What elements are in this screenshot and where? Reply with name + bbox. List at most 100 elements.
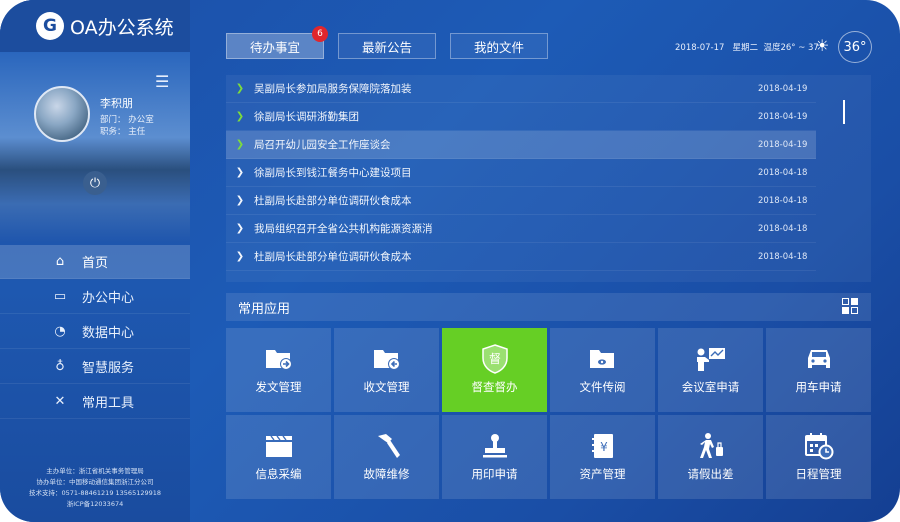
app-tile[interactable]: 请假出差 xyxy=(658,415,763,499)
app-tile[interactable]: ¥ 资产管理 xyxy=(550,415,655,499)
nav-item-2[interactable]: ▭ 办公中心 xyxy=(0,280,190,314)
app-label: 会议室申请 xyxy=(681,380,740,394)
current-weekday: 星期二 xyxy=(732,43,759,53)
power-icon[interactable]: ⏻ xyxy=(83,171,107,195)
news-row[interactable]: ❯ 我局组织召开全省公共机构能源资源消 2018-04-18 xyxy=(226,215,816,243)
news-date: 2018-04-18 xyxy=(758,167,808,178)
news-list: ❯ 吴副局长参加局服务保障院落加装 2018-04-19 ❯ 徐副局长调研浙勤集团 201… xyxy=(226,75,871,282)
news-scrollbar[interactable] xyxy=(843,100,845,124)
apps-section-title: 常用应用 xyxy=(238,301,291,317)
traveler-icon xyxy=(696,432,726,460)
chevron-right-icon: ❯ xyxy=(235,223,245,234)
sun-icon: ☀ xyxy=(815,36,830,55)
logo-icon: G xyxy=(36,12,64,40)
news-title: 杜副局长赴部分单位调研伙食成本 xyxy=(254,251,412,263)
news-title: 我局组织召开全省公共机构能源资源消 xyxy=(254,223,433,235)
sidebar-footer: 主办单位：浙江省机关事务管理局 协办单位：中国移动通信集团浙江分公司 技术支持：… xyxy=(0,466,190,510)
bulb-icon: ♁ xyxy=(55,359,65,374)
nav-item-label: 首页 xyxy=(82,256,109,271)
news-row[interactable]: ❯ 杜副局长赴部分单位调研伙食成本 2018-04-18 xyxy=(226,243,816,271)
news-row[interactable]: ❯ 徐副局长调研浙勤集团 2018-04-19 xyxy=(226,103,816,131)
app-tile[interactable]: 用车申请 xyxy=(766,328,871,412)
car-icon xyxy=(804,345,834,373)
app-tile[interactable]: 日程管理 xyxy=(766,415,871,499)
svg-text:¥: ¥ xyxy=(600,440,608,454)
chevron-right-icon: ❯ xyxy=(235,139,245,150)
current-temperature: 36° xyxy=(838,31,872,63)
nav-item-5[interactable]: ✕ 常用工具 xyxy=(0,385,190,419)
nav-item-4[interactable]: ♁ 智慧服务 xyxy=(0,350,190,384)
clapperboard-icon xyxy=(264,432,294,460)
app-label: 日程管理 xyxy=(795,467,842,481)
nav-item-label: 数据中心 xyxy=(82,326,135,341)
app-title: OA办公系统 xyxy=(70,16,174,39)
app-window: G OA办公系统 ☰ 李积朋 部门： 办公室 职务： 主任 ⏻ ⌂ 首页 ▭ 办公中心… xyxy=(0,0,900,522)
folder-view-icon xyxy=(588,345,618,373)
app-tile[interactable]: 用印申请 xyxy=(442,415,547,499)
news-row[interactable]: ❯ 徐副局长到钱江餐务中心建设项目 2018-04-18 xyxy=(226,159,816,187)
folder-receive-icon xyxy=(372,345,402,373)
presentation-icon xyxy=(695,345,727,373)
app-label: 用印申请 xyxy=(471,467,518,481)
app-label: 信息采编 xyxy=(255,467,302,481)
chevron-right-icon: ❯ xyxy=(235,83,245,94)
app-label: 请假出差 xyxy=(687,467,734,481)
app-tile[interactable]: 信息采编 xyxy=(226,415,331,499)
app-tile[interactable]: 督督查督办 xyxy=(442,328,547,412)
todo-count-badge: 6 xyxy=(312,26,328,42)
supervise-badge-icon: 督 xyxy=(481,344,509,374)
app-tile[interactable]: 收文管理 xyxy=(334,328,439,412)
footer-icp: 浙ICP备12033674 xyxy=(66,500,124,508)
app-label: 发文管理 xyxy=(255,380,302,394)
app-tile[interactable]: 故障维修 xyxy=(334,415,439,499)
app-tile[interactable]: 会议室申请 xyxy=(658,328,763,412)
tab-2[interactable]: 最新公告 xyxy=(338,33,436,59)
app-label: 文件传阅 xyxy=(579,380,626,394)
user-department: 部门： 办公室 xyxy=(100,115,154,125)
footer-cohost: 协办单位：中国移动通信集团浙江分公司 xyxy=(36,478,154,486)
stamp-icon xyxy=(480,432,510,460)
chevron-right-icon: ❯ xyxy=(235,195,245,206)
ledger-icon: ¥ xyxy=(589,432,617,460)
news-date: 2018-04-18 xyxy=(758,251,808,262)
app-tile[interactable]: 发文管理 xyxy=(226,328,331,412)
grid-layout-icon[interactable] xyxy=(842,298,858,314)
apps-section-header: 常用应用 xyxy=(226,293,871,321)
app-label: 收文管理 xyxy=(363,380,410,394)
logo-bar: G OA办公系统 xyxy=(0,0,190,52)
chevron-right-icon: ❯ xyxy=(235,111,245,122)
hamburger-icon[interactable]: ☰ xyxy=(155,72,169,91)
footer-support: 技术支持：0571-88461219 13565129918 xyxy=(28,489,162,497)
news-date: 2018-04-19 xyxy=(758,83,808,94)
footer-host: 主办单位：浙江省机关事务管理局 xyxy=(46,467,144,475)
nav-item-3[interactable]: ◔ 数据中心 xyxy=(0,315,190,349)
tab-1[interactable]: 待办事宜 xyxy=(226,33,324,59)
app-tile[interactable]: 文件传阅 xyxy=(550,328,655,412)
nav-item-label: 常用工具 xyxy=(82,396,135,411)
app-label: 用车申请 xyxy=(795,380,842,394)
hammer-icon xyxy=(372,432,402,460)
app-label: 资产管理 xyxy=(579,467,626,481)
news-row[interactable]: ❯ 杜副局长赴部分单位调研伙食成本 2018-04-18 xyxy=(226,187,816,215)
news-title: 徐副局长调研浙勤集团 xyxy=(254,111,359,123)
tab-3[interactable]: 我的文件 xyxy=(450,33,548,59)
nav-item-1[interactable]: ⌂ 首页 xyxy=(0,245,190,279)
sidebar: G OA办公系统 ☰ 李积朋 部门： 办公室 职务： 主任 ⏻ ⌂ 首页 ▭ 办公中心… xyxy=(0,0,190,522)
nav-item-label: 办公中心 xyxy=(82,291,135,306)
news-row[interactable]: ❯ 局召开幼儿园安全工作座谈会 2018-04-19 xyxy=(226,131,816,159)
user-position: 职务： 主任 xyxy=(100,127,146,137)
news-title: 局召开幼儿园安全工作座谈会 xyxy=(254,139,391,151)
tools-icon: ✕ xyxy=(54,394,66,409)
news-date: 2018-04-18 xyxy=(758,223,808,234)
home-icon: ⌂ xyxy=(55,254,65,269)
news-row[interactable]: ❯ 吴副局长参加局服务保障院落加装 2018-04-19 xyxy=(226,75,816,103)
user-name: 李积朋 xyxy=(100,97,133,110)
news-title: 杜副局长赴部分单位调研伙食成本 xyxy=(254,195,412,207)
avatar[interactable] xyxy=(34,86,90,142)
news-date: 2018-04-18 xyxy=(758,195,808,206)
briefcase-icon: ▭ xyxy=(53,289,67,304)
pie-chart-icon: ◔ xyxy=(54,324,66,339)
news-date: 2018-04-19 xyxy=(758,111,808,122)
news-date: 2018-04-19 xyxy=(758,139,808,150)
chevron-right-icon: ❯ xyxy=(235,167,245,178)
